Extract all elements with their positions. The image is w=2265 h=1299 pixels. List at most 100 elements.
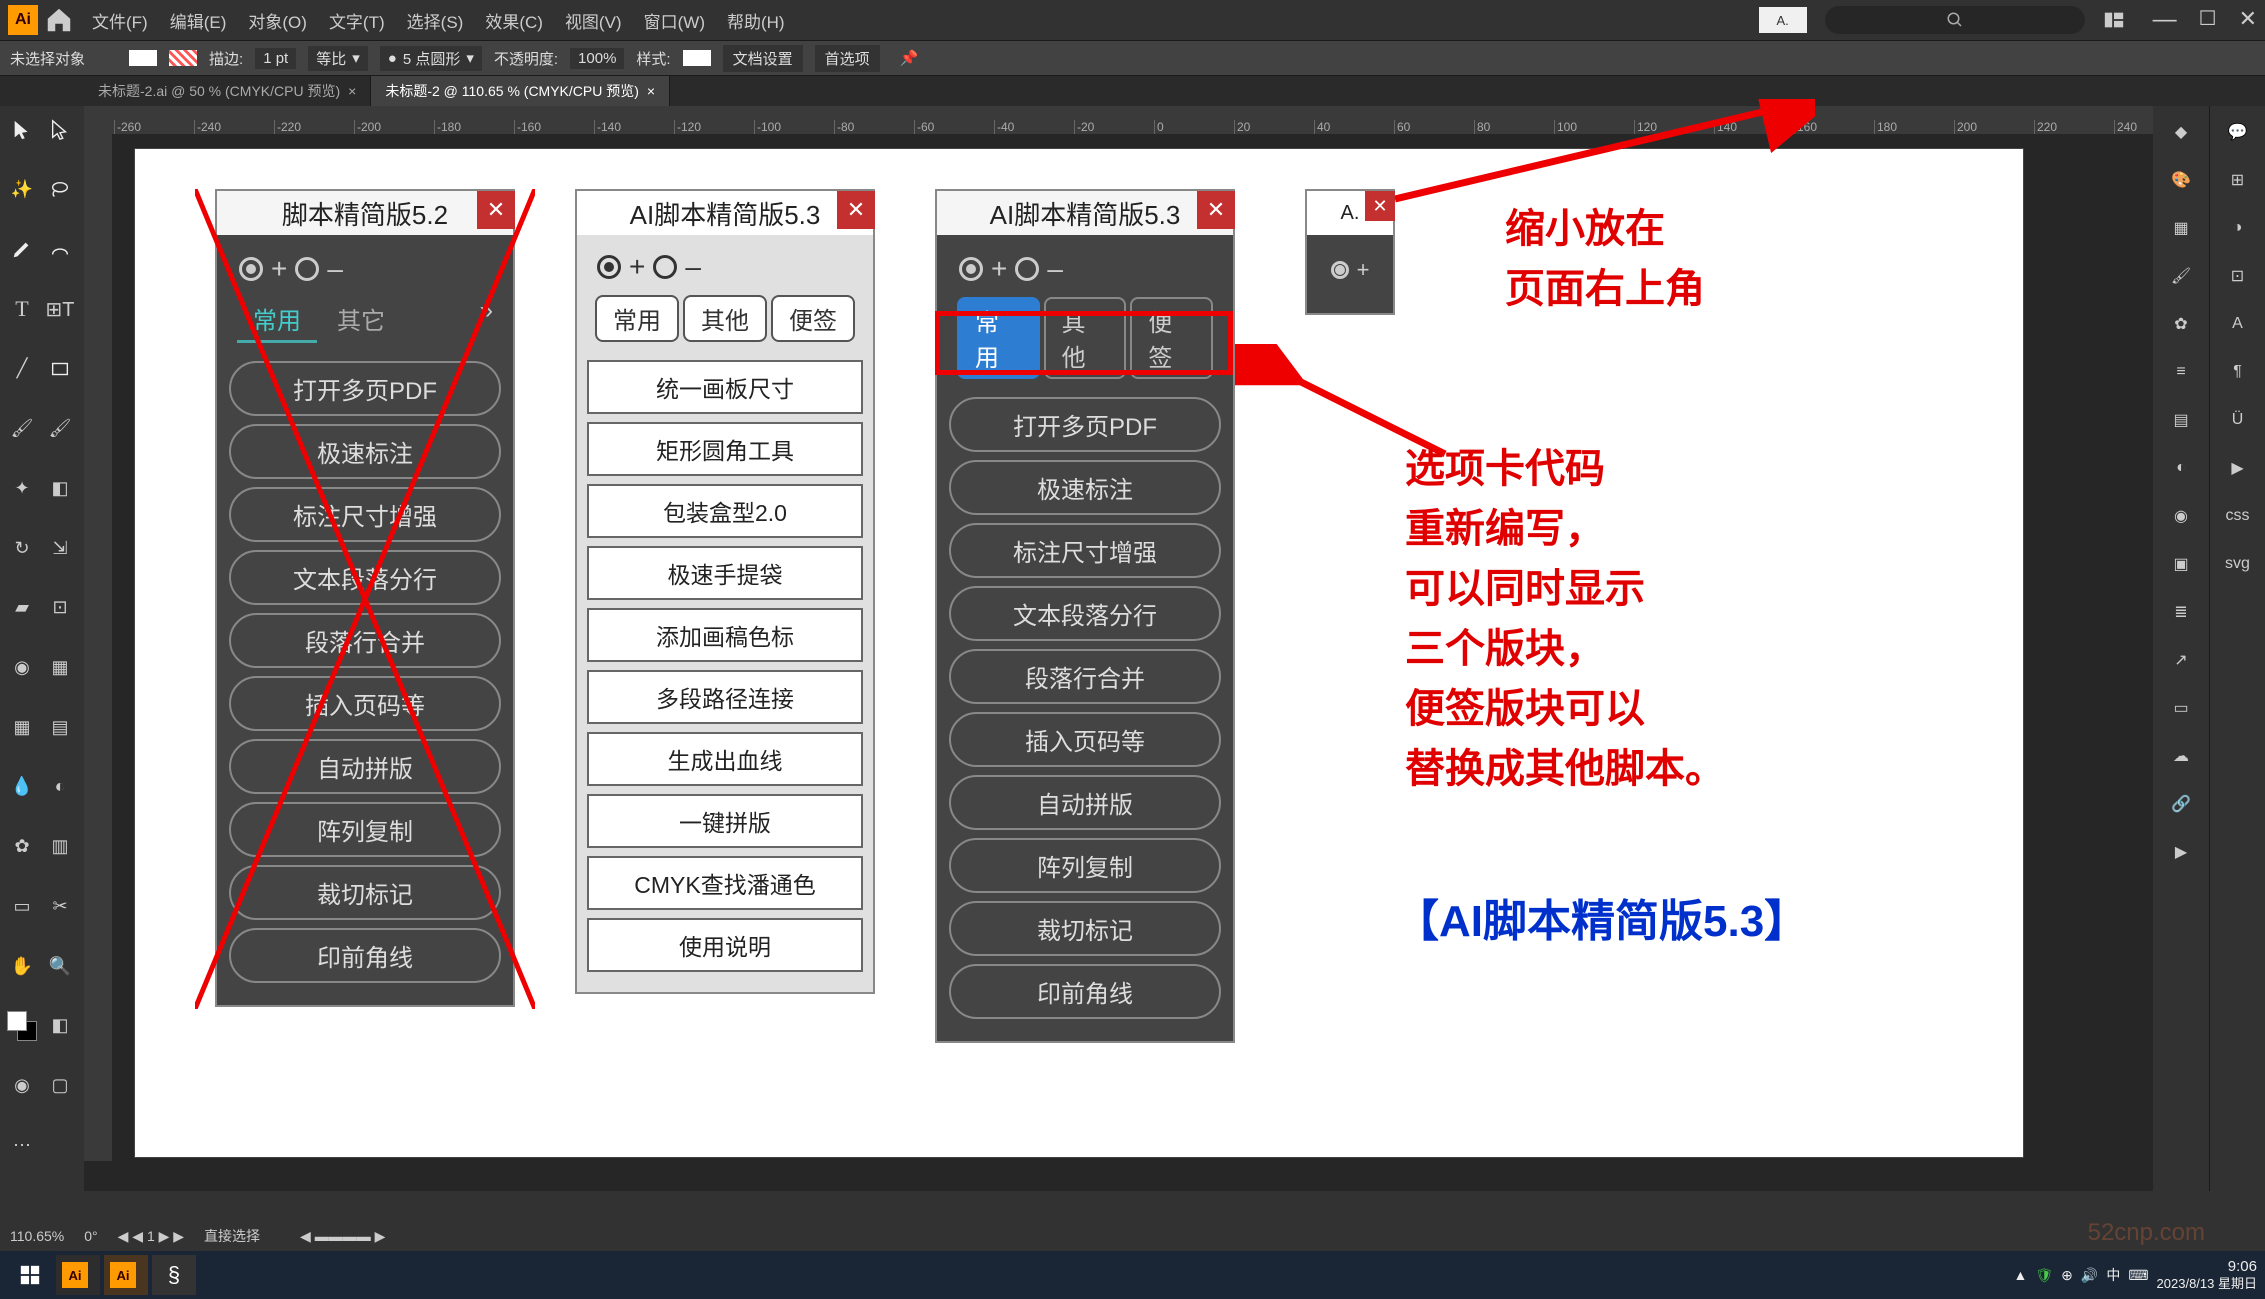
rectangle-tool[interactable] bbox=[42, 351, 78, 387]
comments-icon[interactable]: 💬 bbox=[2218, 112, 2258, 152]
curvature-tool[interactable] bbox=[42, 231, 78, 267]
zoom-tool[interactable]: 🔍 bbox=[42, 948, 78, 984]
symbols-icon[interactable]: ✿ bbox=[2161, 304, 2201, 344]
selection-tool[interactable] bbox=[4, 112, 40, 148]
tray-icon[interactable]: ▲ bbox=[2014, 1267, 2028, 1283]
btn-crop-marks[interactable]: 裁切标记 bbox=[229, 865, 501, 920]
menu-select[interactable]: 选择(S) bbox=[407, 8, 464, 33]
paragraph-icon[interactable]: ¶ bbox=[2218, 352, 2258, 392]
line-tool[interactable]: ╱ bbox=[4, 351, 40, 387]
rotation-angle[interactable]: 0° bbox=[84, 1228, 97, 1244]
minimize-icon[interactable]: — bbox=[2153, 6, 2177, 34]
btn-corner-marks[interactable]: 印前角线 bbox=[949, 964, 1221, 1019]
maximize-icon[interactable]: ☐ bbox=[2199, 6, 2217, 34]
btn-array-copy[interactable]: 阵列复制 bbox=[949, 838, 1221, 893]
fill-stroke-swap[interactable] bbox=[4, 1008, 40, 1044]
radio-on[interactable] bbox=[959, 257, 983, 281]
menu-edit[interactable]: 编辑(E) bbox=[170, 8, 227, 33]
scale-tool[interactable]: ⇲ bbox=[42, 530, 78, 566]
btn-pantone[interactable]: CMYK查找潘通色 bbox=[587, 856, 863, 910]
btn-open-pdf[interactable]: 打开多页PDF bbox=[229, 361, 501, 416]
zoom-level[interactable]: 110.65% bbox=[10, 1228, 64, 1244]
close-icon[interactable]: ✕ bbox=[1365, 191, 1395, 221]
blend-tool[interactable]: ◐ bbox=[42, 769, 78, 805]
eraser-tool[interactable]: ◧ bbox=[42, 470, 78, 506]
btn-fast-annotate[interactable]: 极速标注 bbox=[949, 460, 1221, 515]
taskbar-ai-1[interactable]: Ai bbox=[56, 1255, 100, 1295]
stroke-weight-input[interactable]: 1 pt bbox=[255, 48, 296, 69]
btn-merge-lines[interactable]: 段落行合并 bbox=[229, 613, 501, 668]
rotate-tool[interactable]: ↻ bbox=[4, 530, 40, 566]
slice-tool[interactable]: ✂ bbox=[42, 888, 78, 924]
pin-icon[interactable]: 📌 bbox=[900, 49, 919, 67]
eyedropper-tool[interactable]: 💧 bbox=[4, 769, 40, 805]
artboard-nav[interactable]: ◀ ◀ 1 ▶ ▶ bbox=[118, 1228, 184, 1245]
tray-ime-label[interactable]: 中 bbox=[2106, 1265, 2120, 1285]
transparency-icon[interactable]: ◐ bbox=[2161, 448, 2201, 488]
radio-off[interactable] bbox=[1015, 257, 1039, 281]
actions-icon[interactable]: ▶ bbox=[2218, 448, 2258, 488]
tray-keyboard-icon[interactable]: ⌨ bbox=[2128, 1267, 2148, 1284]
close-icon[interactable]: ✕ bbox=[477, 191, 515, 229]
shaper-tool[interactable]: ✦ bbox=[4, 470, 40, 506]
libraries-icon[interactable]: ☁ bbox=[2161, 736, 2201, 776]
css-icon[interactable]: css bbox=[2218, 496, 2258, 536]
start-button[interactable] bbox=[8, 1255, 52, 1295]
artboards-icon[interactable]: ▭ bbox=[2161, 688, 2201, 728]
taskbar-app[interactable]: § bbox=[152, 1255, 196, 1295]
menu-window[interactable]: 窗口(W) bbox=[644, 8, 705, 33]
color-icon[interactable]: 🎨 bbox=[2161, 160, 2201, 200]
pen-tool[interactable] bbox=[4, 231, 40, 267]
artboard-tool[interactable]: ▭ bbox=[4, 888, 40, 924]
clock[interactable]: 9:06 2023/8/13 星期日 bbox=[2157, 1258, 2257, 1292]
paintbrush-tool[interactable]: 🖌 bbox=[4, 411, 40, 447]
btn-fast-annotate[interactable]: 极速标注 bbox=[229, 424, 501, 479]
glyphs-icon[interactable]: Ü bbox=[2218, 400, 2258, 440]
mesh-tool[interactable]: ▦ bbox=[4, 709, 40, 745]
search-input[interactable] bbox=[1825, 6, 2085, 34]
btn-color-chip[interactable]: 添加画稿色标 bbox=[587, 608, 863, 662]
radio-off[interactable] bbox=[653, 255, 677, 279]
stroke-swatch[interactable] bbox=[169, 50, 197, 66]
menu-effect[interactable]: 效果(C) bbox=[485, 8, 543, 33]
taskbar-ai-2[interactable]: Ai bbox=[104, 1255, 148, 1295]
color-mode-icon[interactable]: ◧ bbox=[42, 1008, 78, 1044]
links-icon[interactable]: 🔗 bbox=[2161, 784, 2201, 824]
stroke-icon[interactable]: ≡ bbox=[2161, 352, 2201, 392]
btn-help[interactable]: 使用说明 bbox=[587, 918, 863, 972]
menu-object[interactable]: 对象(O) bbox=[248, 8, 307, 33]
menu-text[interactable]: 文字(T) bbox=[329, 8, 385, 33]
btn-merge-lines[interactable]: 段落行合并 bbox=[949, 649, 1221, 704]
brush-dropdown[interactable]: ● 5 点圆形 ▾ bbox=[380, 46, 482, 71]
brushes-icon[interactable]: 🖌 bbox=[2161, 256, 2201, 296]
btn-artboard-size[interactable]: 统一画板尺寸 bbox=[587, 360, 863, 414]
close-icon[interactable]: ✕ bbox=[837, 191, 875, 229]
blob-brush-tool[interactable]: 🖌 bbox=[42, 411, 78, 447]
mini-script-handle[interactable]: A. bbox=[1759, 7, 1807, 33]
width-tool[interactable]: ▰ bbox=[4, 590, 40, 626]
radio-on[interactable] bbox=[1331, 261, 1349, 279]
btn-page-number[interactable]: 插入页码等 bbox=[949, 712, 1221, 767]
btn-page-number[interactable]: 插入页码等 bbox=[229, 676, 501, 731]
fill-swatch[interactable] bbox=[129, 50, 157, 66]
arrange-icon[interactable] bbox=[2103, 9, 2125, 31]
magic-wand-tool[interactable]: ✨ bbox=[4, 172, 40, 208]
prefs-button[interactable]: 首选项 bbox=[815, 45, 880, 72]
free-transform-tool[interactable]: ⊡ bbox=[42, 590, 78, 626]
btn-join-paths[interactable]: 多段路径连接 bbox=[587, 670, 863, 724]
radio-on[interactable] bbox=[597, 255, 621, 279]
radio-on[interactable] bbox=[239, 257, 263, 281]
edit-toolbar-icon[interactable]: ⋯ bbox=[4, 1127, 40, 1163]
tab-common[interactable]: 常用 bbox=[595, 295, 679, 342]
btn-box-template[interactable]: 包装盒型2.0 bbox=[587, 484, 863, 538]
btn-auto-impose[interactable]: 自动拼版 bbox=[949, 775, 1221, 830]
btn-text-paragraph[interactable]: 文本段落分行 bbox=[949, 586, 1221, 641]
graphic-styles-icon[interactable]: ▣ bbox=[2161, 544, 2201, 584]
uniform-dropdown[interactable]: 等比 ▾ bbox=[308, 46, 368, 71]
btn-text-paragraph[interactable]: 文本段落分行 bbox=[229, 550, 501, 605]
shape-builder-tool[interactable]: ◉ bbox=[4, 649, 40, 685]
tab-notes[interactable]: 便签 bbox=[771, 295, 855, 342]
scrollbar-h[interactable]: ◀ ▬▬▬▬ ▶ bbox=[300, 1228, 385, 1245]
radio-off[interactable] bbox=[295, 257, 319, 281]
asset-export-icon[interactable]: ↗ bbox=[2161, 640, 2201, 680]
